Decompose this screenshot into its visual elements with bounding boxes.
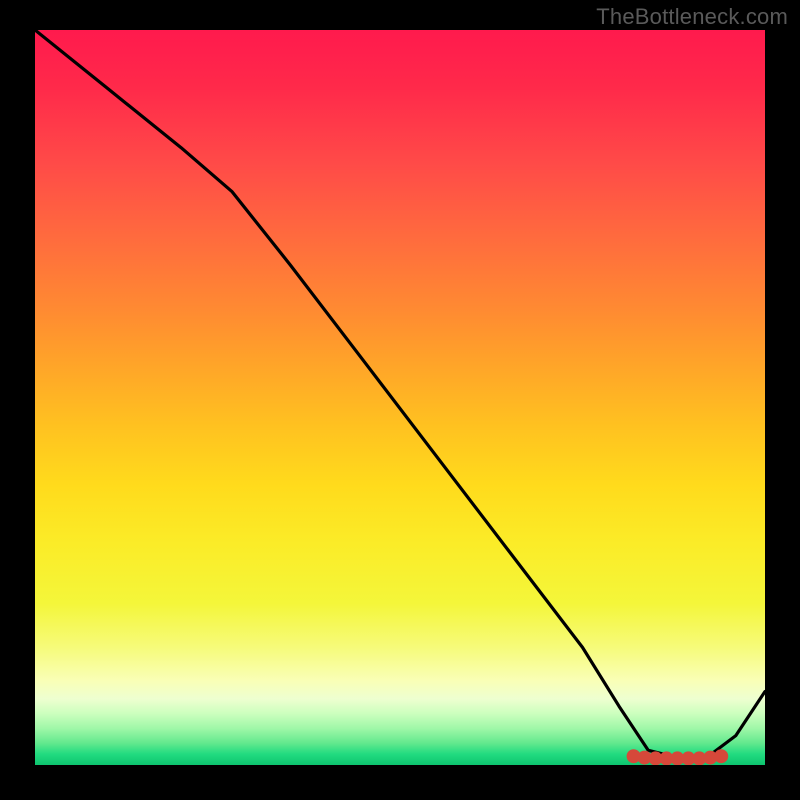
bottleneck-curve (35, 30, 765, 758)
chart-overlay (35, 30, 765, 765)
optimal-band-markers (627, 749, 729, 765)
chart-frame: TheBottleneck.com (0, 0, 800, 800)
plot-area (35, 30, 765, 765)
watermark-text: TheBottleneck.com (596, 4, 788, 30)
optimal-marker (714, 749, 728, 763)
